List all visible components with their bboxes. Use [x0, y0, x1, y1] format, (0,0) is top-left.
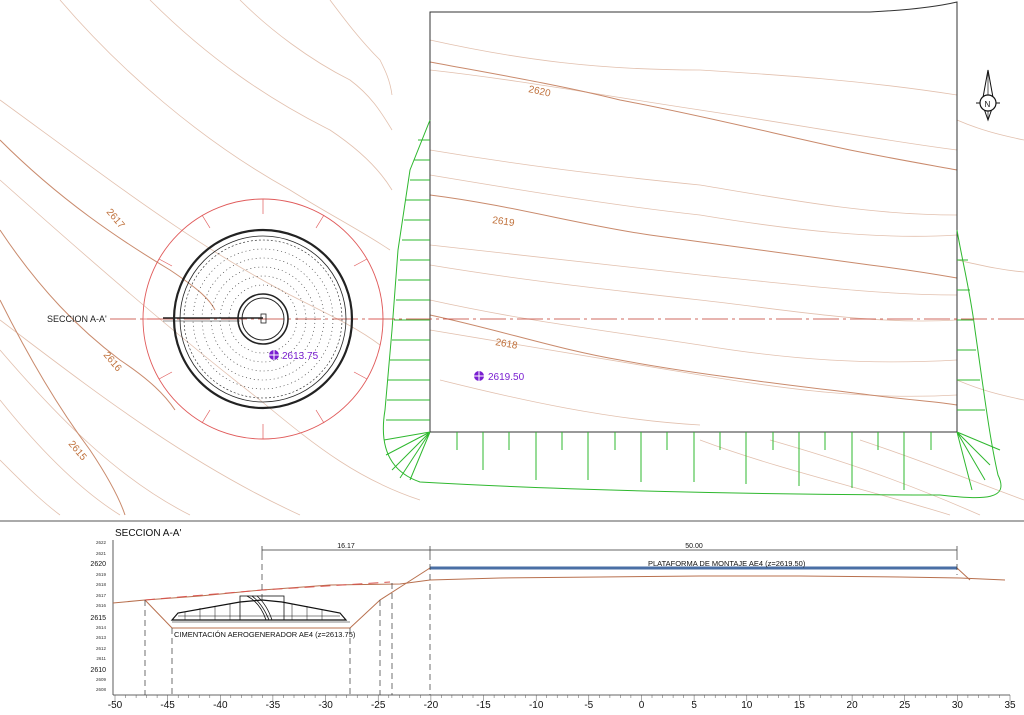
station-tick-label: 10 — [741, 700, 753, 711]
contour-label-2618: 2618 — [494, 337, 518, 352]
station-tick-label: -10 — [529, 700, 544, 711]
dimension-lines — [261, 546, 958, 554]
section-view: SECCION A-A' 2620 2615 2610 2622 2621 26… — [90, 528, 1016, 711]
station-tick-label: -35 — [266, 700, 281, 711]
dimension-label-foundation-offset: 16.17 — [337, 543, 355, 550]
station-tick-label: 30 — [952, 700, 964, 711]
elevation-mark-platform: 2619.50 — [474, 371, 525, 383]
elevation-tick-2609: 2609 — [96, 677, 107, 682]
dimension-labels: 16.17 50.00 — [337, 543, 703, 550]
station-tick-label: 15 — [794, 700, 806, 711]
elevation-tick-2615: 2615 — [90, 615, 106, 622]
station-tick-label: -25 — [371, 700, 386, 711]
elevation-tick-2621: 2621 — [96, 551, 107, 556]
elevation-tick-2622: 2622 — [96, 540, 107, 545]
foundation-section — [170, 595, 350, 623]
section-line: SECCION A-A' — [47, 314, 1024, 324]
existing-terrain-line — [112, 575, 1006, 604]
elevation-mark-platform-label: 2619.50 — [488, 372, 525, 383]
station-tick-label: -20 — [424, 700, 439, 711]
plan-view: 2620 2619 2618 2617 2616 2615 SECCION A-… — [0, 0, 1024, 516]
elevation-tick-2616: 2616 — [96, 603, 107, 608]
station-tick-label: 25 — [899, 700, 911, 711]
section-line-label: SECCION A-A' — [47, 314, 107, 324]
elevation-tick-2620: 2620 — [90, 561, 106, 568]
station-tick-label: -45 — [160, 700, 175, 711]
elevation-tick-2612: 2612 — [96, 646, 107, 651]
north-arrow-icon: N — [976, 69, 1000, 122]
station-tick-label: -40 — [213, 700, 228, 711]
elevation-tick-2610: 2610 — [90, 667, 106, 674]
contour-labels: 2620 2619 2618 2617 2616 2615 — [66, 84, 552, 463]
dimension-label-platform-length: 50.00 — [685, 543, 703, 550]
elevation-mark-foundation-label: 2613.75 — [282, 351, 319, 362]
major-contour-lines — [0, 61, 958, 516]
section-title: SECCION A-A' — [115, 528, 181, 539]
elevation-tick-2614: 2614 — [96, 625, 107, 630]
station-ticks: -50 -45 -40 -35 -30 -25 -20 -15 -10 -5 0 5 10 15 20 25 3… — [108, 700, 1016, 711]
station-tick-label: -30 — [318, 700, 333, 711]
contour-label-2615: 2615 — [66, 439, 89, 463]
slope-outline — [382, 119, 1002, 499]
station-tick-label: 20 — [847, 700, 859, 711]
station-minor-ticks — [114, 695, 1011, 701]
platform-label: PLATAFORMA DE MONTAJE AE4 (z=2619.50) — [648, 559, 806, 568]
station-tick-label: 5 — [691, 700, 697, 711]
elevation-tick-2613: 2613 — [96, 635, 107, 640]
site-plan-drawing: 2620 2619 2618 2617 2616 2615 SECCION A-… — [0, 0, 1024, 711]
station-tick-label: -15 — [476, 700, 491, 711]
elevation-tick-2617: 2617 — [96, 593, 107, 598]
station-tick-label: 35 — [1004, 700, 1016, 711]
station-tick-label: -50 — [108, 700, 123, 711]
elevation-tick-2608: 2608 — [96, 687, 107, 692]
access-dashed-line — [144, 581, 391, 601]
contour-label-2617: 2617 — [104, 207, 127, 231]
contour-label-2616: 2616 — [101, 350, 124, 374]
north-arrow-label: N — [985, 100, 991, 109]
station-tick-label: 0 — [639, 700, 645, 711]
elevation-tick-2611: 2611 — [96, 656, 106, 661]
contour-label-2619: 2619 — [492, 215, 516, 229]
foundation-label: CIMENTACIÓN AEROGENERADOR AE4 (z=2613.75… — [174, 630, 356, 639]
reference-dashed-lines — [144, 554, 958, 695]
elevation-tick-2619: 2619 — [96, 572, 107, 577]
elevation-mark-foundation: 2613.75 — [269, 350, 319, 362]
station-tick-label: -5 — [584, 700, 593, 711]
elevation-tick-2618: 2618 — [96, 582, 107, 587]
